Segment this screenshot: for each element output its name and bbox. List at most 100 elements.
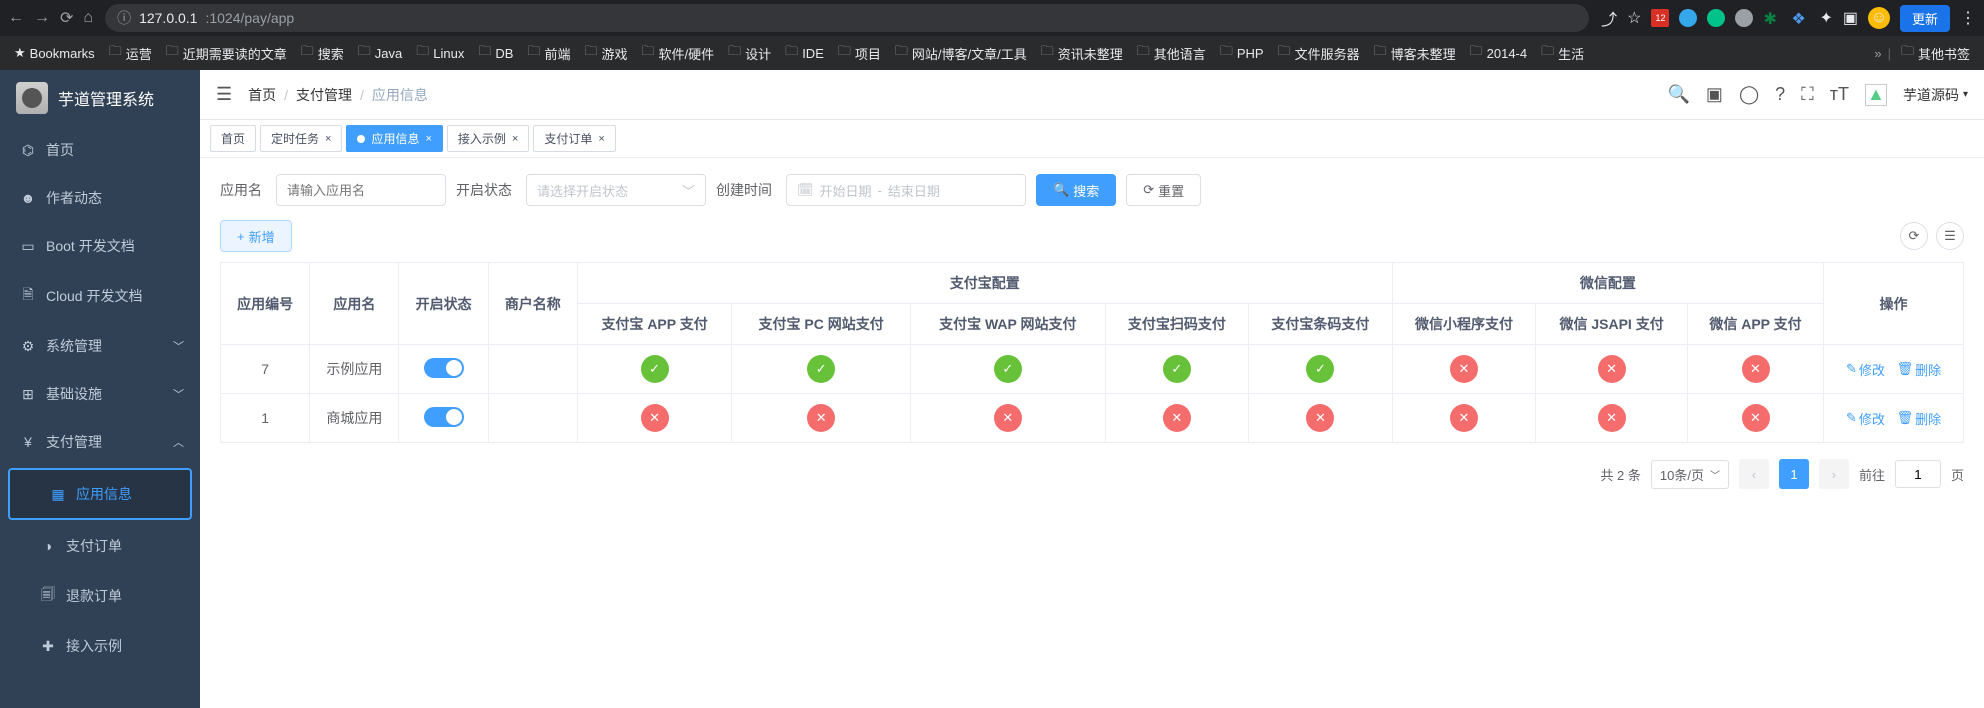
bookmark-item[interactable]: 🗀DB (474, 40, 517, 66)
other-bookmarks[interactable]: 🗀其他书签 (1897, 40, 1974, 66)
app-name-input[interactable] (276, 174, 446, 206)
prev-page-button[interactable]: ‹ (1739, 459, 1769, 489)
sidebar-item-home[interactable]: ⌬首页 (0, 126, 200, 174)
tab-item[interactable]: 首页 (210, 125, 256, 152)
extension-icon-6[interactable]: ❖ (1791, 9, 1809, 27)
sidebar-item-boot[interactable]: ▭Boot 开发文档 (0, 222, 200, 270)
x-icon[interactable]: ✕ (1450, 404, 1478, 432)
help-icon[interactable]: ? (1775, 84, 1785, 105)
panel-icon[interactable]: ▣ (1843, 8, 1858, 28)
close-icon[interactable]: × (598, 133, 604, 145)
bookmark-item[interactable]: 🗀PHP (1216, 40, 1268, 66)
sidebar-item-pay-demo[interactable]: ✚接入示例 (0, 622, 200, 670)
delete-button[interactable]: 🗑删除 (1897, 409, 1942, 428)
check-icon[interactable]: ✓ (1163, 355, 1191, 383)
bookmark-item[interactable]: 🗀软件/硬件 (638, 40, 719, 66)
reload-icon[interactable]: ⟳ (60, 8, 73, 28)
goto-page-input[interactable] (1895, 460, 1941, 488)
x-icon[interactable]: ✕ (1742, 404, 1770, 432)
x-icon[interactable]: ✕ (807, 404, 835, 432)
sidebar-item-pay-order[interactable]: ◑支付订单 (0, 522, 200, 570)
tab-item[interactable]: 定时任务× (260, 125, 342, 152)
bookmark-item[interactable]: 🗀文件服务器 (1274, 40, 1364, 66)
search-icon[interactable]: 🔍 (1668, 84, 1690, 105)
bookmarks-root[interactable]: ★Bookmarks (10, 43, 99, 63)
bookmark-item[interactable]: 🗀游戏 (580, 40, 631, 66)
bookmark-item[interactable]: 🗀网站/博客/文章/工具 (891, 40, 1031, 66)
search-button[interactable]: 🔍搜索 (1036, 174, 1116, 206)
x-icon[interactable]: ✕ (1742, 355, 1770, 383)
close-icon[interactable]: × (512, 133, 518, 145)
bookmark-item[interactable]: 🗀IDE (781, 40, 828, 66)
profile-icon[interactable]: ☺ (1868, 7, 1890, 29)
extension-icon-1[interactable]: 12 (1651, 9, 1669, 27)
page-number[interactable]: 1 (1779, 459, 1809, 489)
check-icon[interactable]: ✓ (807, 355, 835, 383)
refresh-table-button[interactable]: ⟳ (1900, 222, 1928, 250)
edit-button[interactable]: ✎修改 (1846, 409, 1885, 428)
extension-icon-2[interactable] (1679, 9, 1697, 27)
home-icon[interactable]: ⌂ (83, 9, 93, 27)
sidebar-item-author[interactable]: ☻作者动态 (0, 174, 200, 222)
bookmark-item[interactable]: 🗀博客未整理 (1370, 40, 1460, 66)
sidebar-item-pay[interactable]: ¥支付管理︿ (0, 418, 200, 466)
status-switch[interactable] (424, 407, 464, 427)
edit-button[interactable]: ✎修改 (1846, 360, 1885, 379)
close-icon[interactable]: × (425, 133, 431, 145)
bookmark-item[interactable]: 🗀生活 (1537, 40, 1588, 66)
sidebar-item-infra[interactable]: ⊞基础设施﹀ (0, 370, 200, 418)
x-icon[interactable]: ✕ (994, 404, 1022, 432)
sidebar-item-pay-refund[interactable]: 🗐退款订单 (0, 570, 200, 622)
add-button[interactable]: +新增 (220, 220, 292, 252)
message-icon[interactable]: ▣ (1706, 84, 1723, 105)
extensions-icon[interactable]: ✦ (1819, 8, 1832, 28)
delete-button[interactable]: 🗑删除 (1897, 360, 1942, 379)
share-icon[interactable]: ⤴ (1601, 6, 1617, 30)
x-icon[interactable]: ✕ (1598, 404, 1626, 432)
bookmark-item[interactable]: 🗀设计 (724, 40, 775, 66)
close-icon[interactable]: × (325, 133, 331, 145)
status-select[interactable]: 请选择开启状态﹀ (526, 174, 706, 206)
page-size-select[interactable]: 10条/页﹀ (1651, 460, 1729, 489)
bookmark-overflow[interactable]: » (1874, 46, 1881, 61)
x-icon[interactable]: ✕ (1450, 355, 1478, 383)
check-icon[interactable]: ✓ (641, 355, 669, 383)
back-icon[interactable]: ← (8, 9, 24, 27)
bookmark-item[interactable]: 🗀2014-4 (1466, 40, 1532, 66)
user-dropdown[interactable]: 芋道源码 ▾ (1903, 85, 1968, 105)
check-icon[interactable]: ✓ (994, 355, 1022, 383)
bookmark-item[interactable]: 🗀Java (354, 40, 406, 66)
extension-icon-3[interactable] (1707, 9, 1725, 27)
bookmark-item[interactable]: 🗀运营 (105, 40, 156, 66)
menu-icon[interactable]: ⋮ (1960, 8, 1976, 28)
check-icon[interactable]: ✓ (1306, 355, 1334, 383)
bookmark-item[interactable]: 🗀前端 (523, 40, 574, 66)
tab-item[interactable]: 接入示例× (447, 125, 529, 152)
bookmark-item[interactable]: 🗀资讯未整理 (1037, 40, 1127, 66)
breadcrumb-home[interactable]: 首页 (248, 85, 276, 105)
forward-icon[interactable]: → (34, 9, 50, 27)
hamburger-icon[interactable]: ☰ (216, 84, 232, 105)
sidebar-item-pay-app[interactable]: ▦应用信息 (8, 468, 192, 520)
date-range-picker[interactable]: 🗓 开始日期 - 结束日期 (786, 174, 1026, 206)
breadcrumb-pay[interactable]: 支付管理 (296, 85, 352, 105)
site-info-icon[interactable]: ⓘ (117, 8, 131, 28)
x-icon[interactable]: ✕ (1598, 355, 1626, 383)
bookmark-item[interactable]: 🗀搜索 (297, 40, 348, 66)
font-size-icon[interactable]: ᴛT (1830, 84, 1849, 105)
extension-icon-5[interactable]: ✱ (1763, 9, 1781, 27)
bookmark-item[interactable]: 🗀近期需要读的文章 (162, 40, 291, 66)
bookmark-item[interactable]: 🗀项目 (834, 40, 885, 66)
address-bar[interactable]: ⓘ 127.0.0.1:1024/pay/app (105, 4, 1589, 32)
logo[interactable]: 芋道管理系统 (0, 70, 200, 126)
avatar[interactable]: ▲ (1865, 84, 1887, 106)
tab-item[interactable]: 支付订单× (533, 125, 615, 152)
column-settings-button[interactable]: ☰ (1936, 222, 1964, 250)
x-icon[interactable]: ✕ (1306, 404, 1334, 432)
next-page-button[interactable]: › (1819, 459, 1849, 489)
bookmark-item[interactable]: 🗀其他语言 (1133, 40, 1210, 66)
github-icon[interactable]: ◯ (1739, 84, 1759, 105)
fullscreen-icon[interactable]: ⛶ (1801, 84, 1814, 105)
sidebar-item-cloud[interactable]: 🗎Cloud 开发文档 (0, 270, 200, 322)
tab-item[interactable]: 应用信息× (346, 125, 442, 152)
